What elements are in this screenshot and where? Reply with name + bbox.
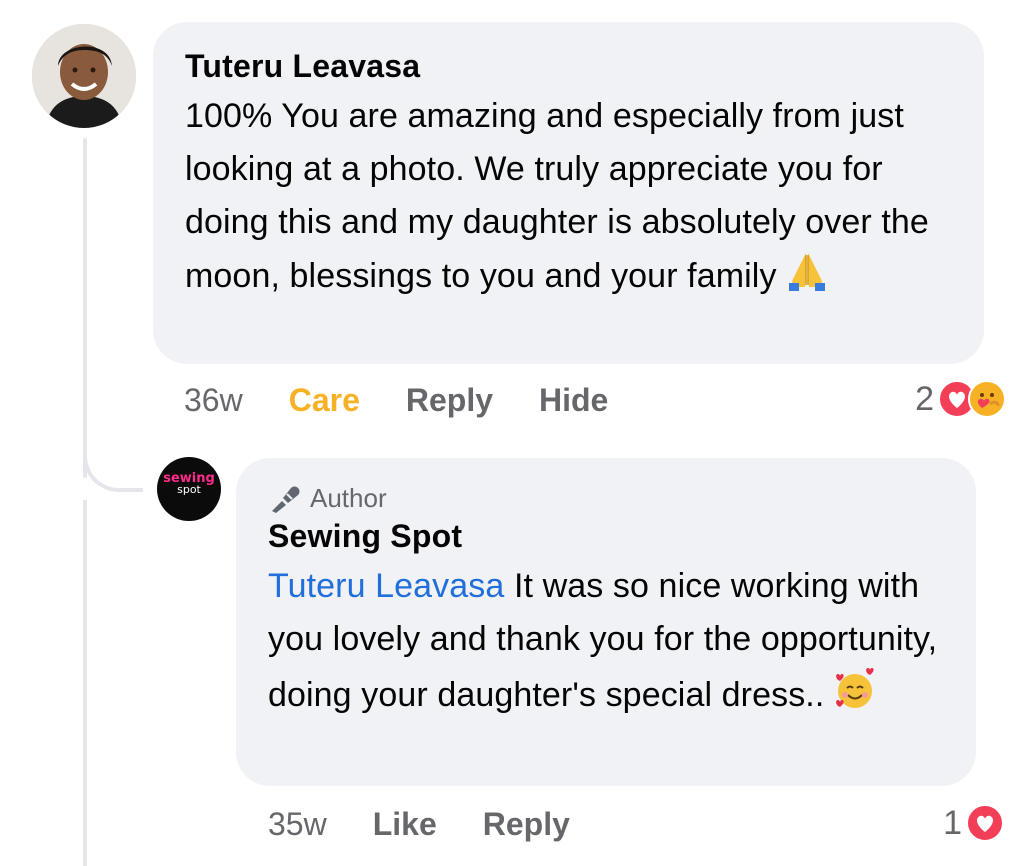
reply-actions: 35w Like Reply (268, 802, 616, 846)
care-reaction-button[interactable]: Care (289, 382, 360, 419)
reply-timestamp[interactable]: 35w (268, 806, 327, 843)
reply-button[interactable]: Reply (406, 382, 493, 419)
thread-line-continued (83, 500, 87, 866)
hide-button[interactable]: Hide (539, 382, 608, 419)
reaction-summary[interactable]: 2 (915, 376, 1006, 422)
microphone-icon (272, 486, 300, 513)
smiling-face-with-hearts-icon (832, 666, 878, 728)
avatar[interactable] (32, 24, 136, 128)
thread-connector (83, 440, 143, 492)
comment-actions: 36w Care Reply Hide (184, 378, 654, 422)
page-avatar[interactable]: sewing spot (157, 457, 221, 521)
reaction-count: 2 (915, 379, 934, 418)
author-badge-label: Author (310, 483, 387, 513)
sewing-spot-logo: sewing spot (157, 472, 221, 495)
reply-author[interactable]: Sewing Spot (268, 516, 944, 556)
reply-bubble: Author Sewing Spot Tuteru Leavasa It was… (236, 458, 976, 786)
like-button[interactable]: Like (373, 806, 437, 843)
folded-hands-icon (785, 249, 829, 309)
author-badge: Author (268, 480, 944, 516)
thread-line (83, 138, 87, 478)
mention-link[interactable]: Tuteru Leavasa (268, 567, 504, 605)
love-icon (966, 804, 1004, 842)
care-icon (968, 380, 1006, 418)
reply-reaction-summary[interactable]: 1 (943, 800, 1004, 846)
reply-button[interactable]: Reply (483, 806, 570, 843)
comment-author[interactable]: Tuteru Leavasa (185, 46, 952, 86)
profile-photo (32, 24, 136, 128)
comment-bubble: Tuteru Leavasa 100% You are amazing and … (153, 22, 984, 364)
reply-text: Tuteru Leavasa It was so nice working wi… (268, 560, 944, 728)
comment-timestamp[interactable]: 36w (184, 382, 243, 419)
reply-reaction-count: 1 (943, 803, 962, 842)
comment-text: 100% You are amazing and especially from… (185, 90, 952, 309)
